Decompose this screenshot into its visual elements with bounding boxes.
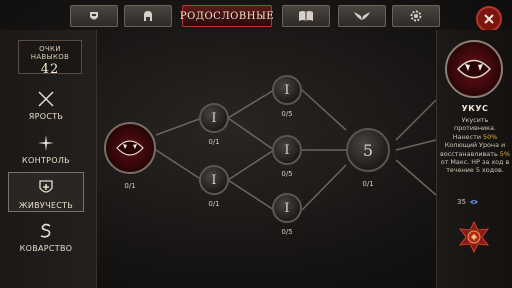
skill-desc-text: Колющий Урона и восстанавливать xyxy=(440,141,506,158)
tab-settings[interactable] xyxy=(392,5,440,27)
skill-node[interactable]: I xyxy=(199,103,229,133)
tab-bloodlines[interactable]: РОДОСЛОВНЫЕ xyxy=(179,5,275,27)
crossed-swords-icon xyxy=(35,88,57,110)
skill-node-symbol: I xyxy=(211,172,217,188)
skill-cost: 35 xyxy=(457,198,479,206)
skill-node[interactable]: I xyxy=(272,75,302,105)
skill-portrait xyxy=(445,40,503,98)
tab-wings[interactable] xyxy=(338,5,386,27)
skill-points-value: 42 xyxy=(40,62,60,77)
skill-node[interactable]: I xyxy=(199,165,229,195)
spartan-helmet-icon xyxy=(144,11,152,21)
skill-tree: 0/1 I 0/1 I 0/1 I 0/5 I 0/5 I 0/5 5 0/1 xyxy=(96,30,436,288)
skill-node-count: 0/1 xyxy=(124,182,136,190)
category-control[interactable]: КОНТРОЛЬ xyxy=(10,132,82,172)
fanged-mouth-icon xyxy=(116,140,144,156)
skill-points-box: ОЧКИ НАВЫКОВ 42 xyxy=(18,40,82,77)
skill-node-count: 0/5 xyxy=(281,228,293,236)
category-cunning[interactable]: КОВАРСТВО xyxy=(10,220,82,260)
close-icon xyxy=(484,14,494,24)
skill-desc-highlight: 5% xyxy=(499,149,510,158)
category-cunning-label: КОВАРСТВО xyxy=(19,244,73,253)
category-fury-label: ЯРОСТЬ xyxy=(28,112,64,121)
skill-detail-panel: УКУС Укусить противника. Нанести 50% Кол… xyxy=(436,30,512,288)
skill-name: УКУС xyxy=(461,104,489,113)
eye-gem-icon xyxy=(469,200,478,204)
close-button[interactable] xyxy=(476,6,502,32)
skill-node-symbol: I xyxy=(284,82,290,98)
category-fury[interactable]: ЯРОСТЬ xyxy=(10,88,82,128)
skill-node-bite[interactable] xyxy=(104,122,156,174)
tab-hero[interactable] xyxy=(124,5,172,27)
tab-equipment[interactable] xyxy=(70,5,118,27)
skill-node-count: 0/5 xyxy=(281,110,293,118)
skill-node[interactable]: I xyxy=(272,135,302,165)
skill-node-count: 0/1 xyxy=(208,200,220,208)
skill-node-symbol: I xyxy=(211,110,217,126)
helmet-shield-icon xyxy=(90,12,98,20)
star-burst-icon xyxy=(35,132,57,154)
gear-icon xyxy=(410,10,422,22)
skill-node-count: 0/1 xyxy=(362,180,374,188)
serpent-icon xyxy=(35,220,57,242)
tab-codex[interactable] xyxy=(282,5,330,27)
fanged-mouth-icon xyxy=(457,59,491,79)
skill-description: Укусить противника. Нанести 50% Колющий … xyxy=(440,116,510,175)
upgrade-button[interactable] xyxy=(457,220,491,254)
skill-desc-highlight: 50% xyxy=(483,132,498,141)
skill-points-label: ОЧКИ НАВЫКОВ xyxy=(30,45,70,61)
wings-icon xyxy=(354,12,370,20)
skill-node-count: 0/1 xyxy=(208,138,220,146)
skill-cost-value: 35 xyxy=(457,198,466,206)
skill-node-symbol: I xyxy=(284,200,290,216)
category-vitality-label: ЖИВУЧЕСТЬ xyxy=(18,201,74,210)
category-panel: ОЧКИ НАВЫКОВ 42 ЯРОСТЬ КОНТРОЛЬ ЖИВУЧЕСТ… xyxy=(0,30,97,288)
skill-node[interactable]: I xyxy=(272,193,302,223)
skill-node-symbol: I xyxy=(284,142,290,158)
blood-emblem-icon xyxy=(458,221,490,253)
skill-node[interactable]: 5 xyxy=(346,128,390,172)
open-book-icon xyxy=(299,11,313,21)
category-control-label: КОНТРОЛЬ xyxy=(22,156,70,165)
skill-node-symbol: 5 xyxy=(362,140,374,160)
top-tab-bar: РОДОСЛОВНЫЕ xyxy=(0,0,512,34)
tab-bloodlines-label: РОДОСЛОВНЫЕ xyxy=(179,10,275,22)
shield-cross-icon xyxy=(35,177,57,199)
category-vitality[interactable]: ЖИВУЧЕСТЬ xyxy=(8,172,84,212)
skill-node-count: 0/5 xyxy=(281,170,293,178)
skill-desc-text: от Макс. HP за ход в течение 5 ходов. xyxy=(440,158,510,175)
